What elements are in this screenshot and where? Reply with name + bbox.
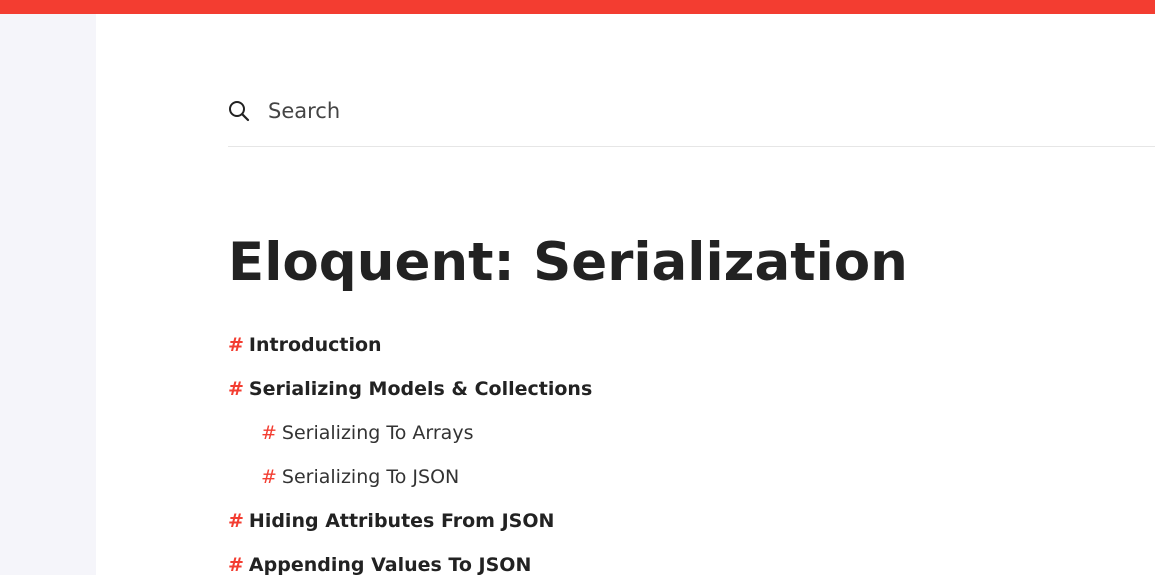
anchor-hash: # xyxy=(261,422,277,444)
toc-item-label: Appending Values To JSON xyxy=(248,554,532,576)
anchor-hash: # xyxy=(228,378,244,400)
toc-item-introduction[interactable]: # Introduction xyxy=(228,334,382,364)
toc-item-label: Serializing To JSON xyxy=(281,466,460,488)
main-content: Eloquent: Serialization #Introduction #S… xyxy=(96,14,1155,576)
search-input[interactable] xyxy=(268,96,868,126)
top-accent-bar xyxy=(0,0,1155,14)
anchor-hash: # xyxy=(228,334,244,356)
search-bar xyxy=(228,86,1155,147)
toc-item-hiding-attributes[interactable]: # Hiding Attributes From JSON xyxy=(228,510,554,540)
toc-subitem-serializing-to-arrays[interactable]: # Serializing To Arrays xyxy=(261,422,473,452)
anchor-hash: # xyxy=(228,510,244,532)
toc-item-label: Introduction xyxy=(248,334,382,356)
anchor-hash: # xyxy=(228,554,244,576)
toc-item-label: Serializing To Arrays xyxy=(281,422,474,444)
toc-item-label: Hiding Attributes From JSON xyxy=(248,510,555,532)
toc-item-serializing-models-collections[interactable]: # Serializing Models & Collections xyxy=(228,378,592,408)
anchor-hash: # xyxy=(261,466,277,488)
toc-item-label: Serializing Models & Collections xyxy=(248,378,593,400)
toc-item-appending-values[interactable]: # Appending Values To JSON xyxy=(228,554,531,584)
toc-subitem-serializing-to-json[interactable]: # Serializing To JSON xyxy=(261,466,459,496)
page-title: Eloquent: Serialization xyxy=(228,232,908,293)
sidebar xyxy=(0,14,96,575)
search-icon[interactable] xyxy=(228,100,250,122)
